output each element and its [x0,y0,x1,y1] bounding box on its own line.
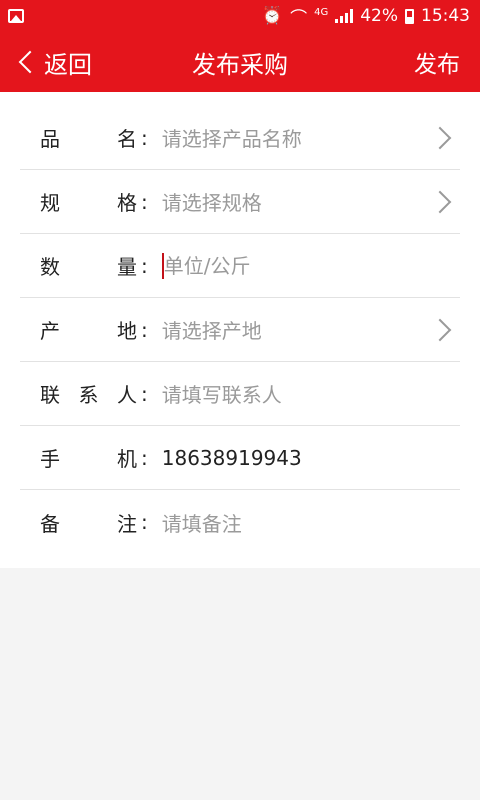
field-colon: : [141,381,148,406]
field-label: 品名 [40,127,137,151]
back-label: 返回 [44,50,92,79]
clock: 15:43 [421,6,470,26]
field-colon: : [141,253,148,278]
field-colon: : [141,317,148,342]
form-row-origin[interactable]: 产地: 请选择产地 [20,298,460,362]
field-label: 联系人 [40,383,137,407]
contact-input[interactable]: 请填写联系人 [162,379,460,408]
publish-button[interactable]: 发布 [414,45,460,79]
field-label: 规格 [40,191,137,215]
field-placeholder: 请填备注 [161,511,242,536]
status-left [8,9,24,23]
form-row-spec[interactable]: 规格: 请选择规格 [20,170,460,234]
field-placeholder: 单位/公斤 [163,254,251,279]
remark-input[interactable]: 请填备注 [162,508,460,537]
field-label: 备注 [40,511,137,536]
signal-icon [335,9,354,23]
back-button[interactable]: 返回 [16,45,92,80]
battery-percent: 42% [360,6,398,26]
field-label: 产地 [40,319,137,343]
field-placeholder: 请选择产品名称 [161,127,302,151]
text-cursor [161,252,164,279]
status-right: ⏰ ⌒ 4G 42% 15:43 [262,4,470,29]
field-colon: : [141,125,148,150]
field-label: 手机 [40,447,137,471]
field-colon: : [141,189,148,214]
quantity-input[interactable]: 单位/公斤 [161,250,460,281]
header: 返回 发布采购 发布 [0,32,480,92]
chevron-left-icon [18,50,42,74]
phone-input[interactable]: 18638919943 [162,446,460,470]
field-label: 数量 [40,255,137,279]
purchase-form: 品名: 请选择产品名称规格: 请选择规格数量: 单位/公斤产地: 请选择产地联系人: 请填… [0,92,480,568]
field-placeholder: 请选择产地 [161,319,262,343]
field-placeholder: 请选择规格 [161,191,262,215]
product-name-input[interactable]: 请选择产品名称 [162,123,460,152]
form-row-phone[interactable]: 手机:18638919943 [20,426,460,490]
field-colon: : [141,445,148,470]
form-row-quantity[interactable]: 数量: 单位/公斤 [20,234,460,298]
field-colon: : [141,510,148,534]
alarm-icon: ⏰ [261,6,284,26]
form-row-product-name[interactable]: 品名: 请选择产品名称 [20,106,460,170]
battery-icon [405,8,414,24]
image-icon [8,9,24,23]
form-row-remark[interactable]: 备注: 请填备注 [20,490,460,554]
origin-input[interactable]: 请选择产地 [162,315,460,344]
network-type: 4G [314,6,329,18]
status-bar: ⏰ ⌒ 4G 42% 15:43 [0,0,480,32]
field-placeholder: 请填写联系人 [161,383,282,407]
empty-area [0,568,480,796]
wifi-icon: ⌒ [290,8,308,29]
spec-input[interactable]: 请选择规格 [162,187,460,216]
form-row-contact[interactable]: 联系人: 请填写联系人 [20,362,460,426]
field-value: 18638919943 [161,445,302,470]
